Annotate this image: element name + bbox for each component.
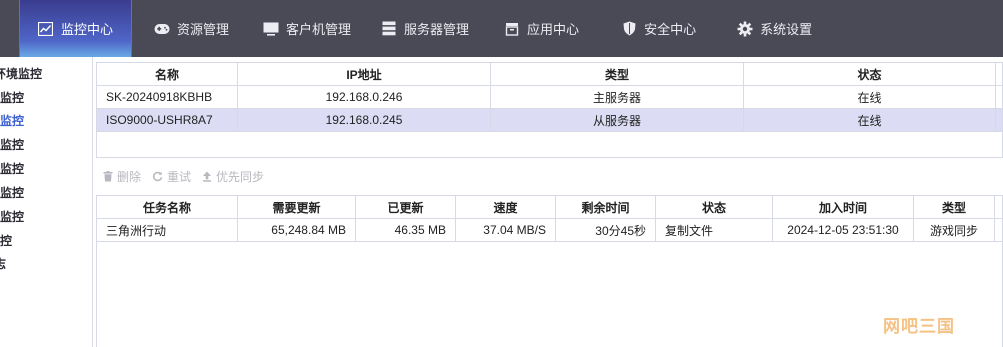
tab-label: 应用中心: [527, 22, 580, 37]
column-header-spacer: [995, 62, 1003, 86]
column-header-status[interactable]: 状态: [655, 195, 773, 219]
sidebar-item-monitor-6[interactable]: 监控: [0, 183, 24, 203]
server-ip-cell: 192.168.0.245: [237, 108, 491, 132]
retry-label: 重试: [167, 169, 192, 184]
server-status-cell: 在线: [743, 108, 996, 132]
column-header-spacer: [994, 195, 1003, 219]
table-row[interactable]: SK-20240918KBHB 192.168.0.246 主服务器 在线: [96, 85, 1003, 109]
task-toolbar: 删除 重试 优先同步: [103, 167, 275, 185]
gear-icon: [737, 21, 753, 37]
need-update-cell: 65,248.84 MB: [237, 218, 356, 242]
sidebar-item-monitor-5[interactable]: 监控: [0, 159, 24, 179]
remaining-cell: 30分45秒: [555, 218, 656, 242]
server-type-cell: 主服务器: [490, 85, 744, 109]
priority-sync-label: 优先同步: [216, 169, 265, 184]
tab-label: 监控中心: [60, 22, 113, 37]
spacer-cell: [995, 85, 1003, 109]
shield-icon: [621, 21, 637, 37]
column-header-type[interactable]: 类型: [913, 195, 995, 219]
column-header-name[interactable]: 名称: [96, 62, 238, 86]
main-content: 名称 IP地址 类型 状态 SK-20240918KBHB 192.168.0.…: [96, 62, 1003, 347]
sidebar-item-monitor-2[interactable]: 监控: [0, 88, 24, 108]
server-type-cell: 从服务器: [490, 108, 744, 132]
sidebar-item-monitor-7[interactable]: 监控: [0, 207, 24, 227]
server-ip-cell: 192.168.0.246: [237, 85, 491, 109]
tab-server-management[interactable]: 服务器管理: [381, 0, 469, 57]
task-table: 任务名称 需要更新 已更新 速度 剩余时间 状态 加入时间 类型 三角洲行动 6…: [96, 195, 1003, 242]
task-status-cell: 复制文件: [655, 218, 773, 242]
app-box-icon: [504, 21, 520, 37]
watermark-logo: 网吧三国: [883, 317, 955, 337]
tab-resource-management[interactable]: 资源管理: [154, 0, 229, 57]
tab-monitor-center[interactable]: 监控中心: [19, 0, 132, 57]
server-icon: [381, 21, 397, 37]
speed-cell: 37.04 MB/S: [455, 218, 556, 242]
column-header-need-update[interactable]: 需要更新: [237, 195, 356, 219]
tab-label: 安全中心: [644, 22, 697, 37]
table-header-row: 名称 IP地址 类型 状态: [96, 62, 1003, 86]
spacer-cell: [994, 218, 1003, 242]
column-header-added-time[interactable]: 加入时间: [772, 195, 914, 219]
trash-icon: [103, 170, 113, 182]
server-table: 名称 IP地址 类型 状态 SK-20240918KBHB 192.168.0.…: [96, 62, 1003, 132]
sidebar-item-monitor-3[interactable]: 监控: [0, 111, 24, 131]
tab-label: 资源管理: [177, 22, 230, 37]
tab-label: 系统设置: [760, 22, 813, 37]
table-header-row: 任务名称 需要更新 已更新 速度 剩余时间 状态 加入时间 类型: [96, 195, 1003, 219]
tab-client-management[interactable]: 客户机管理: [263, 0, 351, 57]
priority-sync-button[interactable]: 优先同步: [202, 168, 264, 185]
sidebar: 环境监控 监控 监控 监控 监控 监控 监控 监控 志: [0, 57, 93, 347]
gamepad-icon: [154, 21, 170, 37]
task-name-cell: 三角洲行动: [96, 218, 238, 242]
column-header-task-name[interactable]: 任务名称: [96, 195, 238, 219]
column-header-remaining[interactable]: 剩余时间: [555, 195, 656, 219]
server-name-cell: SK-20240918KBHB: [96, 85, 238, 109]
retry-button[interactable]: 重试: [152, 168, 191, 185]
tab-system-settings[interactable]: 系统设置: [737, 0, 812, 57]
spacer-cell: [995, 108, 1003, 132]
tab-app-center[interactable]: 应用中心: [504, 0, 579, 57]
table-row[interactable]: 三角洲行动 65,248.84 MB 46.35 MB 37.04 MB/S 3…: [96, 218, 1003, 242]
server-name-cell: ISO9000-USHR8A7: [96, 108, 238, 132]
task-type-cell: 游戏同步: [913, 218, 995, 242]
chart-line-icon: [38, 21, 54, 37]
column-header-updated[interactable]: 已更新: [355, 195, 456, 219]
top-nav: 监控中心 资源管理 客户机管理 服务器管理 应用中心 安全中心 系统设置: [0, 0, 1003, 57]
monitor-icon: [263, 21, 279, 37]
sidebar-item-env-monitor[interactable]: 环境监控: [0, 64, 42, 84]
sidebar-item-log[interactable]: 志: [0, 254, 6, 274]
table-row[interactable]: ISO9000-USHR8A7 192.168.0.245 从服务器 在线: [96, 108, 1003, 132]
upload-arrow-icon: [202, 171, 212, 182]
delete-button[interactable]: 删除: [103, 168, 141, 185]
tab-label: 客户机管理: [286, 22, 352, 37]
column-header-status[interactable]: 状态: [743, 62, 996, 86]
column-header-type[interactable]: 类型: [490, 62, 744, 86]
updated-cell: 46.35 MB: [355, 218, 456, 242]
column-header-speed[interactable]: 速度: [455, 195, 556, 219]
tab-label: 服务器管理: [404, 22, 470, 37]
sidebar-item-monitor-8[interactable]: 监控: [0, 231, 12, 251]
server-status-cell: 在线: [743, 85, 996, 109]
delete-label: 删除: [117, 169, 142, 184]
refresh-icon: [152, 171, 163, 182]
added-time-cell: 2024-12-05 23:51:30: [772, 218, 914, 242]
sidebar-item-monitor-4[interactable]: 监控: [0, 135, 24, 155]
column-header-ip[interactable]: IP地址: [237, 62, 491, 86]
tab-security-center[interactable]: 安全中心: [621, 0, 696, 57]
